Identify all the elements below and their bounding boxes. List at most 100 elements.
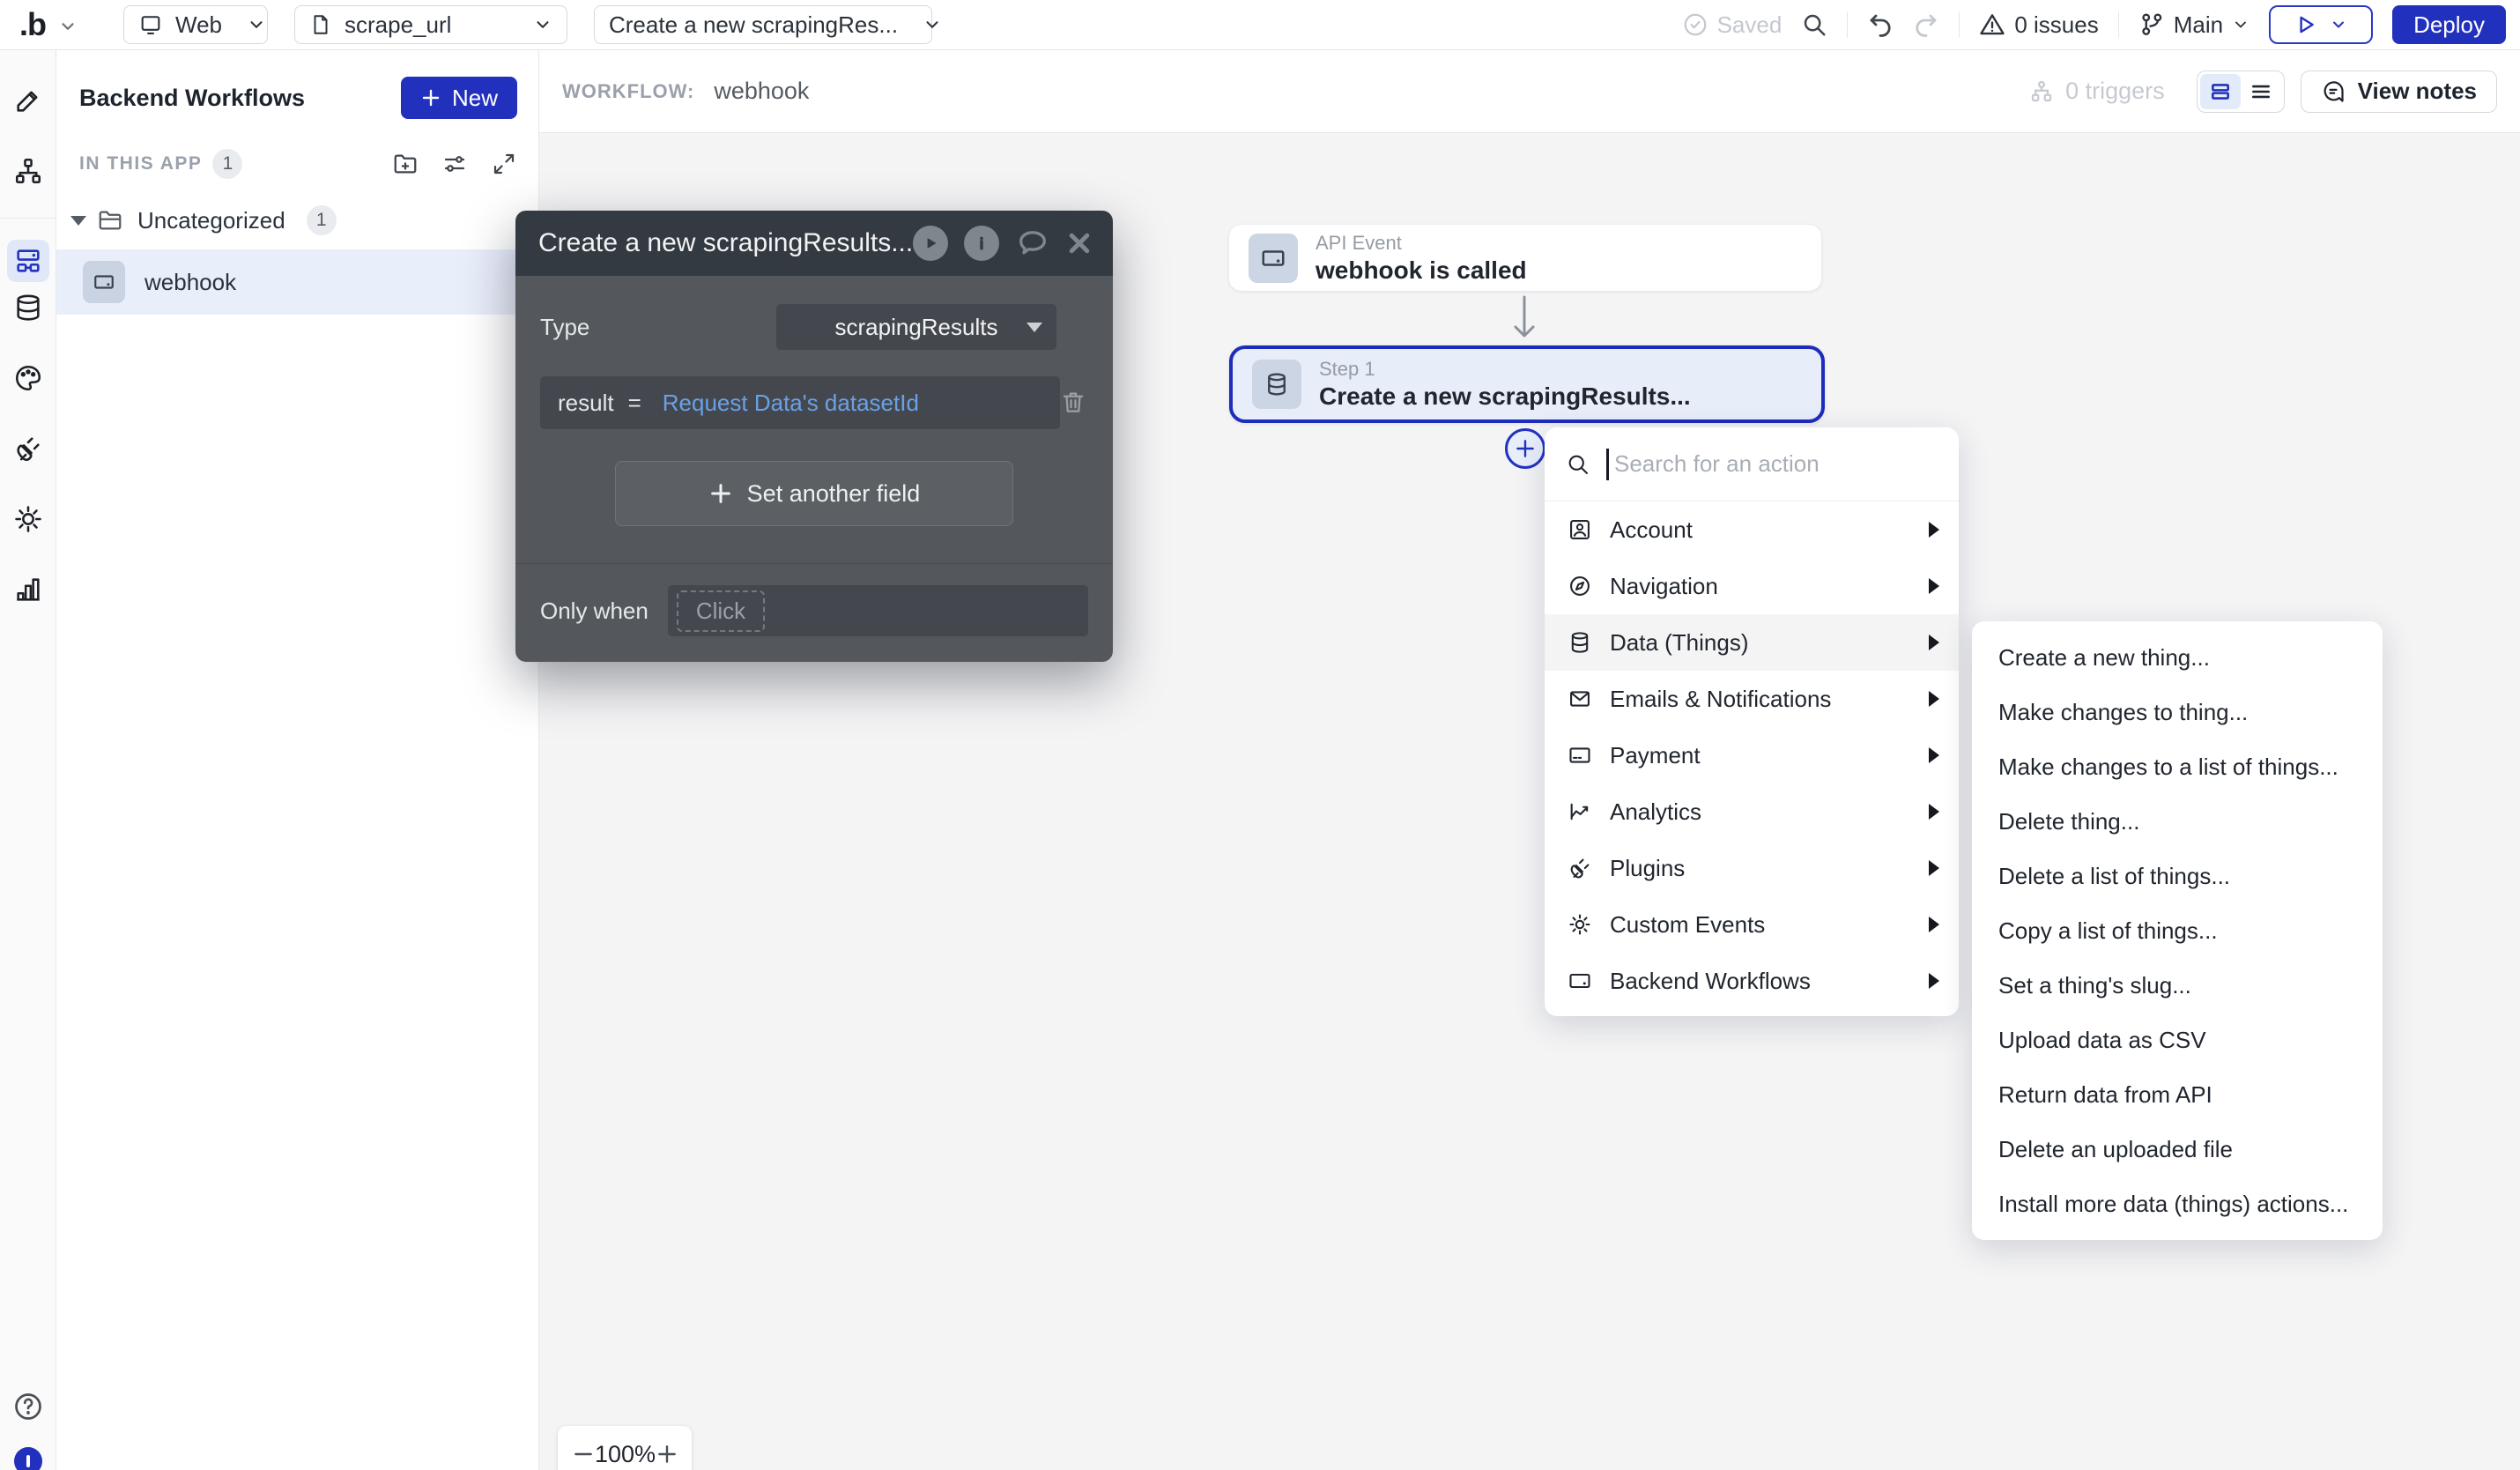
type-select-value: scrapingResults xyxy=(835,314,998,341)
triggers-indicator: 0 triggers xyxy=(2028,78,2165,105)
page-select[interactable]: scrape_url xyxy=(294,5,567,44)
search-icon[interactable] xyxy=(1801,11,1827,38)
folder-uncategorized[interactable]: Uncategorized 1 xyxy=(70,205,517,235)
editor-nav-rail xyxy=(0,50,56,1470)
chevron-right-icon xyxy=(1929,804,1939,820)
field-assignment-row[interactable]: result = Request Data's datasetId xyxy=(540,376,1060,429)
data-database-icon[interactable] xyxy=(0,282,56,333)
equals-sign: = xyxy=(628,390,641,417)
workflow-list-item-selected[interactable]: webhook xyxy=(56,249,538,315)
submenu-item[interactable]: Return data from API xyxy=(1972,1067,2383,1122)
set-another-field-button[interactable]: Set another field xyxy=(615,461,1013,526)
menu-item-plugins[interactable]: Plugins xyxy=(1545,840,1959,896)
info-icon[interactable] xyxy=(964,226,999,261)
submenu-item[interactable]: Create a new thing... xyxy=(1972,630,2383,685)
submenu-item[interactable]: Install more data (things) actions... xyxy=(1972,1177,2383,1231)
node-kind-label: Step 1 xyxy=(1319,358,1691,381)
type-select[interactable]: scrapingResults xyxy=(776,304,1056,350)
menu-item-data-things[interactable]: Data (Things) xyxy=(1545,614,1959,671)
submenu-item[interactable]: Set a thing's slug... xyxy=(1972,958,2383,1013)
close-icon[interactable] xyxy=(1066,230,1093,256)
workflows-tab-active[interactable] xyxy=(7,240,49,282)
zoom-out-button[interactable] xyxy=(572,1443,595,1466)
filter-sliders-icon[interactable] xyxy=(441,151,468,177)
step1-node-selected[interactable]: Step 1 Create a new scrapingResults... xyxy=(1229,345,1825,423)
caret-down-icon[interactable] xyxy=(70,216,86,226)
stacked-cards-icon xyxy=(2209,80,2232,103)
menu-item-custom-events[interactable]: Custom Events xyxy=(1545,896,1959,953)
chart-line-icon xyxy=(1568,799,1592,824)
menu-item-backend-workflows[interactable]: Backend Workflows xyxy=(1545,953,1959,1009)
workflow-select[interactable]: Create a new scrapingRes... xyxy=(594,5,932,44)
flow-arrow-icon xyxy=(1508,293,1540,343)
menu-item-label: Analytics xyxy=(1610,798,1701,826)
api-event-window-icon xyxy=(1249,234,1298,283)
menu-item-analytics[interactable]: Analytics xyxy=(1545,783,1959,840)
run-step-icon[interactable] xyxy=(913,226,948,261)
page-select-value: scrape_url xyxy=(345,11,451,39)
field-expression[interactable]: Request Data's datasetId xyxy=(663,390,919,417)
api-event-node[interactable]: API Event webhook is called xyxy=(1229,225,1821,291)
bubble-editor: .b Web scrape_url Create a new xyxy=(0,0,2520,1470)
undo-icon[interactable] xyxy=(1867,11,1894,38)
platform-select-value: Web xyxy=(175,11,222,39)
node-title: Create a new scrapingResults... xyxy=(1319,382,1691,411)
issues-indicator[interactable]: 0 issues xyxy=(1979,11,2098,39)
styles-palette-icon[interactable] xyxy=(0,353,56,404)
card-view-toggle[interactable] xyxy=(2200,74,2241,109)
plugins-plug-icon[interactable] xyxy=(0,423,56,474)
play-icon xyxy=(2294,13,2317,36)
chat-widget-icon[interactable] xyxy=(14,1447,42,1470)
redo-icon[interactable] xyxy=(1913,11,1939,38)
zoom-level: 100% xyxy=(595,1441,656,1468)
credit-card-icon xyxy=(1568,743,1592,768)
issues-count: 0 issues xyxy=(2014,11,2098,39)
design-pencil-icon[interactable] xyxy=(0,75,56,126)
menu-item-payment[interactable]: Payment xyxy=(1545,727,1959,783)
deploy-button[interactable]: Deploy xyxy=(2392,5,2506,44)
logo-chevron-down-icon[interactable] xyxy=(58,17,78,36)
submenu-item[interactable]: Delete thing... xyxy=(1972,794,2383,849)
zoom-in-button[interactable] xyxy=(656,1443,678,1466)
submenu-item[interactable]: Make changes to a list of things... xyxy=(1972,739,2383,794)
new-workflow-button[interactable]: New xyxy=(401,77,517,119)
list-view-toggle[interactable] xyxy=(2241,74,2281,109)
menu-item-account[interactable]: Account xyxy=(1545,501,1959,558)
new-button-label: New xyxy=(452,85,498,112)
submenu-item[interactable]: Delete an uploaded file xyxy=(1972,1122,2383,1177)
view-notes-button[interactable]: View notes xyxy=(2301,71,2497,113)
text-cursor xyxy=(1606,449,1609,480)
condition-input[interactable]: Click xyxy=(668,585,1088,636)
add-step-button[interactable] xyxy=(1505,428,1545,469)
submenu-item[interactable]: Make changes to thing... xyxy=(1972,685,2383,739)
add-folder-icon[interactable] xyxy=(392,151,419,177)
workflow-select-value: Create a new scrapingRes... xyxy=(609,11,898,39)
submenu-item[interactable]: Copy a list of things... xyxy=(1972,903,2383,958)
expand-icon[interactable] xyxy=(491,151,517,177)
save-status-label: Saved xyxy=(1717,11,1783,39)
save-status: Saved xyxy=(1682,11,1783,39)
folder-count-badge: 1 xyxy=(307,205,337,235)
help-icon[interactable] xyxy=(12,1391,44,1422)
dialog-header[interactable]: Create a new scrapingResults... xyxy=(515,211,1113,276)
comment-icon[interactable] xyxy=(1015,226,1050,261)
platform-select[interactable]: Web xyxy=(123,5,268,44)
submenu-item[interactable]: Delete a list of things... xyxy=(1972,849,2383,903)
menu-item-emails[interactable]: Emails & Notifications xyxy=(1545,671,1959,727)
condition-placeholder: Click xyxy=(677,590,765,632)
pages-sitemap-icon[interactable] xyxy=(0,145,56,197)
submenu-item[interactable]: Upload data as CSV xyxy=(1972,1013,2383,1067)
action-search-input[interactable]: Search for an action xyxy=(1545,427,1959,501)
monitor-icon xyxy=(138,12,163,37)
bubble-logo[interactable]: .b xyxy=(19,6,46,43)
preview-button[interactable] xyxy=(2269,5,2373,44)
field-name: result xyxy=(558,390,614,417)
trash-icon[interactable] xyxy=(1060,389,1086,415)
branch-selector[interactable]: Main xyxy=(2138,11,2249,39)
action-menu: Search for an action Account Navigation … xyxy=(1545,427,1959,1016)
logs-chart-icon[interactable] xyxy=(0,564,56,615)
gear-icon xyxy=(1568,912,1592,937)
settings-gear-icon[interactable] xyxy=(0,494,56,545)
menu-item-label: Emails & Notifications xyxy=(1610,686,1831,713)
menu-item-navigation[interactable]: Navigation xyxy=(1545,558,1959,614)
